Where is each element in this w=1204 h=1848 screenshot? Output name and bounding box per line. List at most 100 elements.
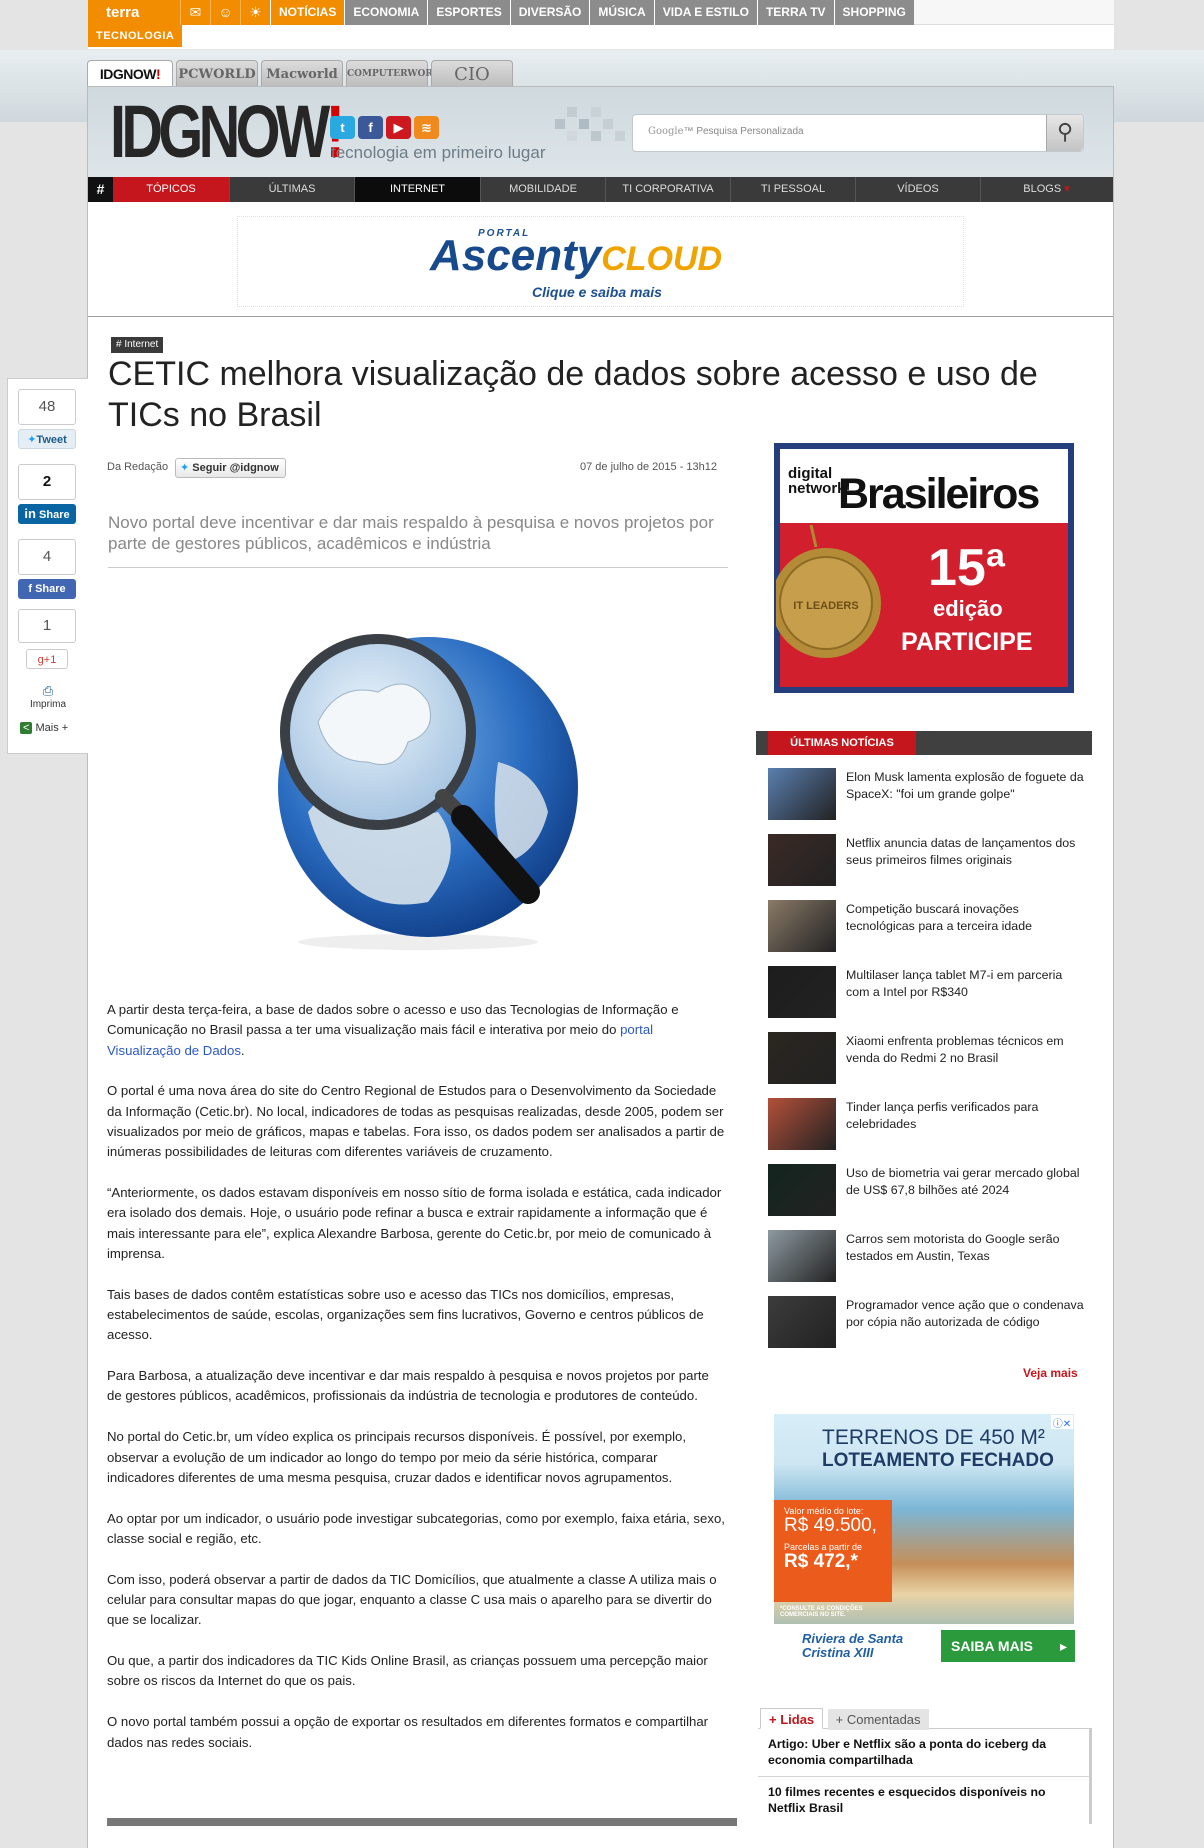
ultimas-tab[interactable]: ÚLTIMAS NOTÍCIAS — [768, 731, 916, 755]
facebook-icon[interactable]: f — [358, 116, 383, 139]
ad-price-box: Valor médio do lote: R$ 49.500, Parcelas… — [774, 1500, 892, 1602]
nav-internet[interactable]: INTERNET — [355, 177, 481, 202]
section-badge[interactable]: TECNOLOGIA — [88, 25, 183, 47]
smiley-icon[interactable]: ☺ — [210, 0, 240, 25]
news-headline[interactable]: Programador vence ação que o condenava p… — [846, 1297, 1086, 1330]
banner-cta[interactable]: Clique e saiba mais — [532, 284, 662, 300]
nav-topicos[interactable]: TÓPICOS — [113, 177, 230, 202]
tab-idgnow[interactable]: IDGNOW! — [87, 60, 173, 87]
nav-ti-pessoal[interactable]: TI PESSOAL — [731, 177, 856, 202]
twitter-icon[interactable]: t — [330, 116, 355, 139]
terra-nav-economia[interactable]: ECONOMIA — [344, 0, 428, 25]
terra-nav-vida-estilo[interactable]: VIDA E ESTILO — [653, 0, 757, 25]
linkedin-count: 2 — [18, 464, 76, 500]
tab-cio[interactable]: CIO — [431, 60, 513, 87]
decorative-squares — [555, 107, 625, 141]
gplus-button[interactable]: g+1 — [26, 649, 68, 669]
gplus-count: 1 — [18, 609, 76, 643]
article-body: A partir desta terça-feira, a base de da… — [107, 1000, 727, 1773]
news-thumbnail[interactable] — [768, 1296, 836, 1348]
news-headline[interactable]: Competição buscará inovações tecnológica… — [846, 901, 1086, 934]
rss-icon[interactable]: ≋ — [414, 116, 439, 139]
veja-mais-link[interactable]: Veja mais — [1023, 1366, 1078, 1380]
twitter-icon: ✦ — [180, 462, 190, 474]
nav-hash[interactable]: # — [88, 177, 113, 202]
news-headline[interactable]: Xiaomi enfrenta problemas técnicos em ve… — [846, 1033, 1086, 1066]
news-headline[interactable]: Uso de biometria vai gerar mercado globa… — [846, 1165, 1086, 1198]
adchoices-icon[interactable]: ⓘ✕ — [1051, 1415, 1073, 1430]
site-tagline: tecnologia em primeiro lugar — [331, 143, 546, 162]
facebook-share-button[interactable]: f Share — [18, 579, 76, 599]
list-item[interactable]: Artigo: Uber e Netflix são a ponta do ic… — [758, 1729, 1089, 1776]
search-button[interactable]: ⚲ — [1046, 115, 1083, 151]
nav-mobilidade[interactable]: MOBILIDADE — [481, 177, 606, 202]
youtube-icon[interactable]: ▶ — [386, 116, 411, 139]
mail-icon[interactable]: ✉ — [180, 0, 210, 25]
terra-nav-shopping[interactable]: SHOPPING — [833, 0, 914, 25]
news-thumbnail[interactable] — [768, 966, 836, 1018]
tab-mais-lidas[interactable]: + Lidas — [760, 1708, 824, 1729]
news-headline[interactable]: Netflix anuncia datas de lançamentos dos… — [846, 835, 1086, 868]
follow-twitter-button[interactable]: ✦ Seguir @idgnow — [175, 458, 286, 478]
news-headline[interactable]: Carros sem motorista do Google serão tes… — [846, 1231, 1086, 1264]
tab-pcworld[interactable]: PCWORLD — [176, 60, 258, 87]
tab-macworld[interactable]: Macworld — [261, 60, 343, 87]
paragraph: A partir desta terça-feira, a base de da… — [107, 1002, 679, 1058]
news-thumbnail[interactable] — [768, 1098, 836, 1150]
lead-divider — [108, 567, 728, 568]
terra-logo[interactable]: terra — [88, 0, 180, 25]
idgnow-logo[interactable]: IDGNOW! — [110, 95, 345, 169]
news-item[interactable]: Uso de biometria vai gerar mercado globa… — [768, 1164, 1088, 1220]
tweet-button[interactable]: ✦Tweet — [18, 429, 76, 449]
nav-ti-corporativa[interactable]: TI CORPORATIVA — [606, 177, 731, 202]
linkedin-share-button[interactable]: in Share — [18, 504, 76, 524]
news-item[interactable]: Multilaser lança tablet M7-i em parceria… — [768, 966, 1088, 1022]
linkedin-icon: in — [24, 506, 36, 521]
nav-blogs[interactable]: BLOGS ▾ — [981, 177, 1112, 202]
sun-icon[interactable]: ☀ — [240, 0, 270, 25]
tab-computerworld[interactable]: COMPUTERWORLD — [346, 60, 447, 87]
nav-ultimas[interactable]: ÚLTIMAS — [230, 177, 355, 202]
news-item[interactable]: Xiaomi enfrenta problemas técnicos em ve… — [768, 1032, 1088, 1088]
svg-text:IT LEADERS: IT LEADERS — [793, 600, 858, 612]
saiba-mais-button[interactable]: SAIBA MAIS ▸ — [941, 1630, 1075, 1662]
share-icon: < — [20, 722, 33, 734]
terra-nav-esportes[interactable]: ESPORTES — [427, 0, 510, 25]
news-thumbnail[interactable] — [768, 768, 836, 820]
news-thumbnail[interactable] — [768, 900, 836, 952]
nav-videos[interactable]: VÍDEOS — [856, 177, 981, 202]
search-icon: ⚲ — [1056, 119, 1074, 144]
news-item[interactable]: Tinder lança perfis verificados para cel… — [768, 1098, 1088, 1154]
news-item[interactable]: Programador vence ação que o condenava p… — [768, 1296, 1088, 1352]
medal-icon: IT LEADERS — [776, 525, 881, 658]
news-thumbnail[interactable] — [768, 1032, 836, 1084]
article-bottom-bar — [107, 1818, 737, 1826]
news-item[interactable]: Elon Musk lamenta explosão de foguete da… — [768, 768, 1088, 824]
news-headline[interactable]: Elon Musk lamenta explosão de foguete da… — [846, 769, 1086, 802]
paragraph: O portal é uma nova área do site do Cent… — [107, 1083, 725, 1160]
news-item[interactable]: Competição buscará inovações tecnológica… — [768, 900, 1088, 956]
dnb-brand: Brasileiros — [838, 470, 1040, 518]
terra-nav-diversao[interactable]: DIVERSÃO — [509, 0, 590, 25]
news-item[interactable]: Carros sem motorista do Google serão tes… — [768, 1230, 1088, 1286]
ad-brand: Riviera de Santa Cristina XIII — [802, 1631, 904, 1660]
terra-nav-terra-tv[interactable]: TERRA TV — [756, 0, 834, 25]
category-tag[interactable]: # Internet — [111, 337, 164, 353]
news-headline[interactable]: Multilaser lança tablet M7-i em parceria… — [846, 967, 1086, 1000]
terra-nav-musica[interactable]: MÚSICA — [589, 0, 654, 25]
main-nav: # TÓPICOS ÚLTIMAS INTERNET MOBILIDADE TI… — [88, 177, 1113, 202]
news-thumbnail[interactable] — [768, 1164, 836, 1216]
facebook-icon: f — [28, 583, 33, 595]
terra-nav-noticias[interactable]: NOTÍCIAS — [270, 0, 345, 25]
news-headline[interactable]: Tinder lança perfis verificados para cel… — [846, 1099, 1086, 1132]
section-bar — [88, 25, 1114, 49]
tab-mais-comentadas[interactable]: + Comentadas — [827, 1709, 929, 1730]
news-thumbnail[interactable] — [768, 834, 836, 886]
more-share-button[interactable]: < Mais + — [20, 722, 68, 734]
list-item[interactable]: 10 filmes recentes e esquecidos disponív… — [758, 1776, 1089, 1824]
print-button[interactable]: ⎙ Imprima — [8, 683, 88, 710]
social-icons: t f ▶ ≋ — [330, 116, 439, 139]
news-thumbnail[interactable] — [768, 1230, 836, 1282]
dnb-cta[interactable]: PARTICIPE — [901, 628, 1033, 657]
news-item[interactable]: Netflix anuncia datas de lançamentos dos… — [768, 834, 1088, 890]
